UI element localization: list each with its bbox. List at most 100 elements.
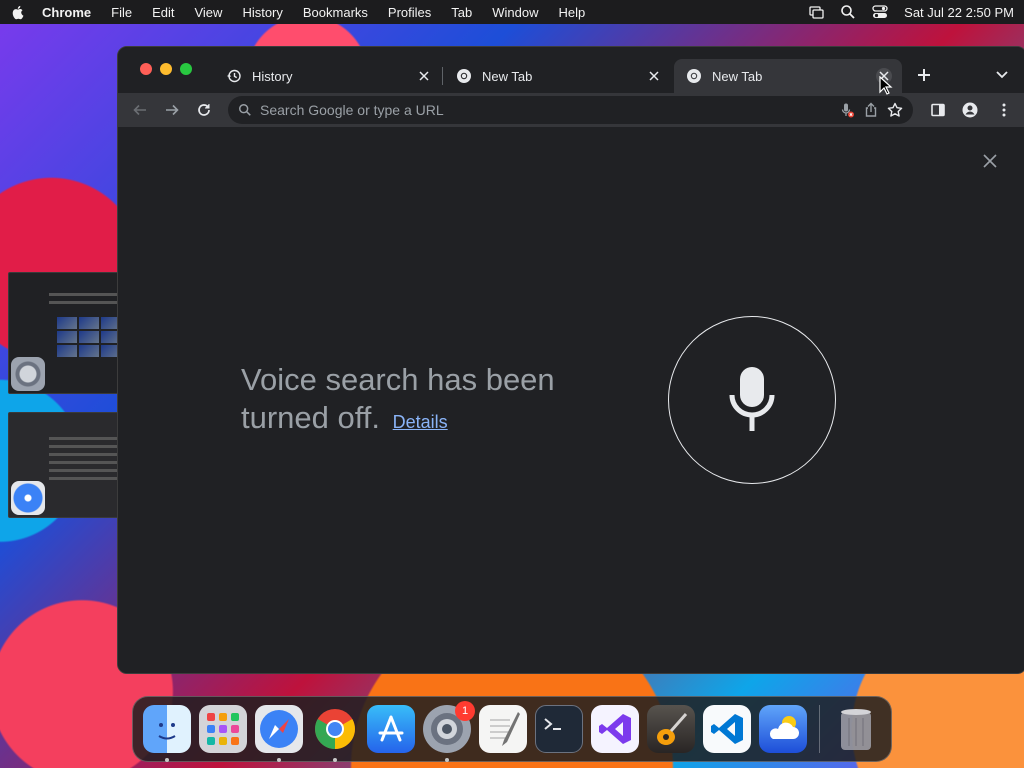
running-indicator (445, 758, 449, 762)
dock-finder[interactable] (143, 705, 191, 762)
close-icon (649, 71, 659, 81)
menu-file[interactable]: File (111, 5, 132, 20)
dock-vscode[interactable] (703, 705, 751, 753)
forward-button[interactable] (158, 96, 186, 124)
tab-new-tab-1[interactable]: New Tab (444, 59, 672, 93)
safari-icon (11, 481, 45, 515)
arrow-left-icon (133, 104, 146, 116)
running-indicator (165, 758, 169, 762)
menubar-clock[interactable]: Sat Jul 22 2:50 PM (904, 5, 1014, 20)
side-panel-button[interactable] (924, 96, 952, 124)
trash-icon (841, 709, 871, 750)
dock-visual-studio[interactable] (591, 705, 639, 753)
mouse-cursor-icon (879, 76, 893, 95)
running-indicator (277, 758, 281, 762)
omnibox-input[interactable] (260, 102, 839, 118)
launchpad-icon (207, 713, 239, 745)
finder-icon (158, 723, 176, 740)
chrome-menu-button[interactable] (990, 96, 1018, 124)
browser-toolbar (118, 93, 1024, 127)
side-panel-icon (931, 103, 945, 117)
tab-search-button[interactable] (990, 63, 1014, 87)
dock-launchpad[interactable] (199, 705, 247, 753)
menu-view[interactable]: View (194, 5, 222, 20)
tab-title: History (252, 68, 293, 84)
dock-weather[interactable] (759, 705, 807, 753)
window-controls (140, 63, 192, 75)
screen-mirroring-icon[interactable] (808, 4, 824, 20)
menu-window[interactable]: Window (492, 5, 538, 20)
stage-manager-thumbnail-settings[interactable] (8, 272, 120, 394)
arrow-right-icon (166, 104, 179, 116)
new-tab-button[interactable] (912, 63, 936, 87)
terminal-icon (544, 718, 561, 730)
textedit-icon (490, 712, 520, 746)
dock-chrome[interactable] (311, 705, 359, 762)
dock-textedit[interactable] (479, 705, 527, 753)
microphone-icon (729, 367, 775, 431)
close-icon (983, 154, 997, 168)
notification-badge: 1 (455, 701, 475, 721)
zoom-window-button[interactable] (180, 63, 192, 75)
menubar: Chrome File Edit View History Bookmarks … (0, 0, 1024, 24)
details-link[interactable]: Details (393, 412, 448, 432)
dock-terminal[interactable] (535, 705, 583, 753)
dock-separator (819, 705, 820, 753)
tab-close-button[interactable] (646, 68, 662, 84)
thumbnail-content (49, 437, 119, 485)
kebab-menu-icon (1002, 103, 1006, 117)
tab-history[interactable]: History (214, 59, 442, 93)
dock-trash[interactable] (832, 705, 880, 753)
chrome-icon (457, 69, 471, 83)
chrome-icon (315, 709, 355, 749)
dock-garageband[interactable] (647, 705, 695, 753)
close-icon (419, 71, 429, 81)
stage-manager-thumbnail-safari[interactable] (8, 412, 120, 518)
menu-tab[interactable]: Tab (451, 5, 472, 20)
running-indicator (333, 758, 337, 762)
history-icon (227, 69, 241, 83)
voice-mic-button[interactable] (668, 316, 836, 484)
profile-button[interactable] (956, 96, 984, 124)
thumbnail-content (49, 293, 119, 309)
share-icon[interactable] (863, 102, 879, 118)
safari-icon (260, 710, 298, 748)
guitar-icon (657, 713, 688, 745)
close-window-button[interactable] (140, 63, 152, 75)
menu-help[interactable]: Help (559, 5, 586, 20)
chrome-window: History New Tab New Tab Search Google or… (117, 46, 1024, 674)
tab-title: New Tab (712, 68, 763, 84)
vscode-icon (711, 714, 743, 744)
search-icon (239, 104, 251, 116)
tab-separator (442, 67, 443, 85)
menu-profiles[interactable]: Profiles (388, 5, 431, 20)
dock: 1 (132, 696, 892, 762)
tab-new-tab-2[interactable]: New Tab (674, 59, 902, 93)
menu-bookmarks[interactable]: Bookmarks (303, 5, 368, 20)
voice-search-message: Voice search has been turned off. Detail… (241, 361, 601, 441)
app-store-icon (378, 715, 404, 742)
menu-history[interactable]: History (242, 5, 282, 20)
profile-icon (962, 102, 978, 118)
omnibox[interactable] (228, 96, 913, 124)
dock-system-settings[interactable]: 1 (423, 701, 475, 762)
mic-blocked-icon[interactable] (839, 102, 855, 118)
menu-app-name[interactable]: Chrome (42, 5, 91, 20)
minimize-window-button[interactable] (160, 63, 172, 75)
menu-edit[interactable]: Edit (152, 5, 174, 20)
plus-icon (918, 69, 930, 81)
chevron-down-icon (996, 71, 1008, 79)
spotlight-search-icon[interactable] (840, 4, 856, 20)
voice-overlay-close-button[interactable] (980, 151, 1000, 171)
dock-safari[interactable] (255, 705, 303, 762)
system-settings-icon (11, 357, 45, 391)
apple-icon[interactable] (10, 4, 26, 20)
control-center-icon[interactable] (872, 4, 888, 20)
back-button[interactable] (126, 96, 154, 124)
reload-button[interactable] (190, 96, 218, 124)
dock-app-store[interactable] (367, 705, 415, 753)
thumbnail-grid (57, 317, 119, 357)
tab-close-button[interactable] (416, 68, 432, 84)
tab-title: New Tab (482, 68, 533, 84)
bookmark-star-icon[interactable] (887, 102, 903, 118)
